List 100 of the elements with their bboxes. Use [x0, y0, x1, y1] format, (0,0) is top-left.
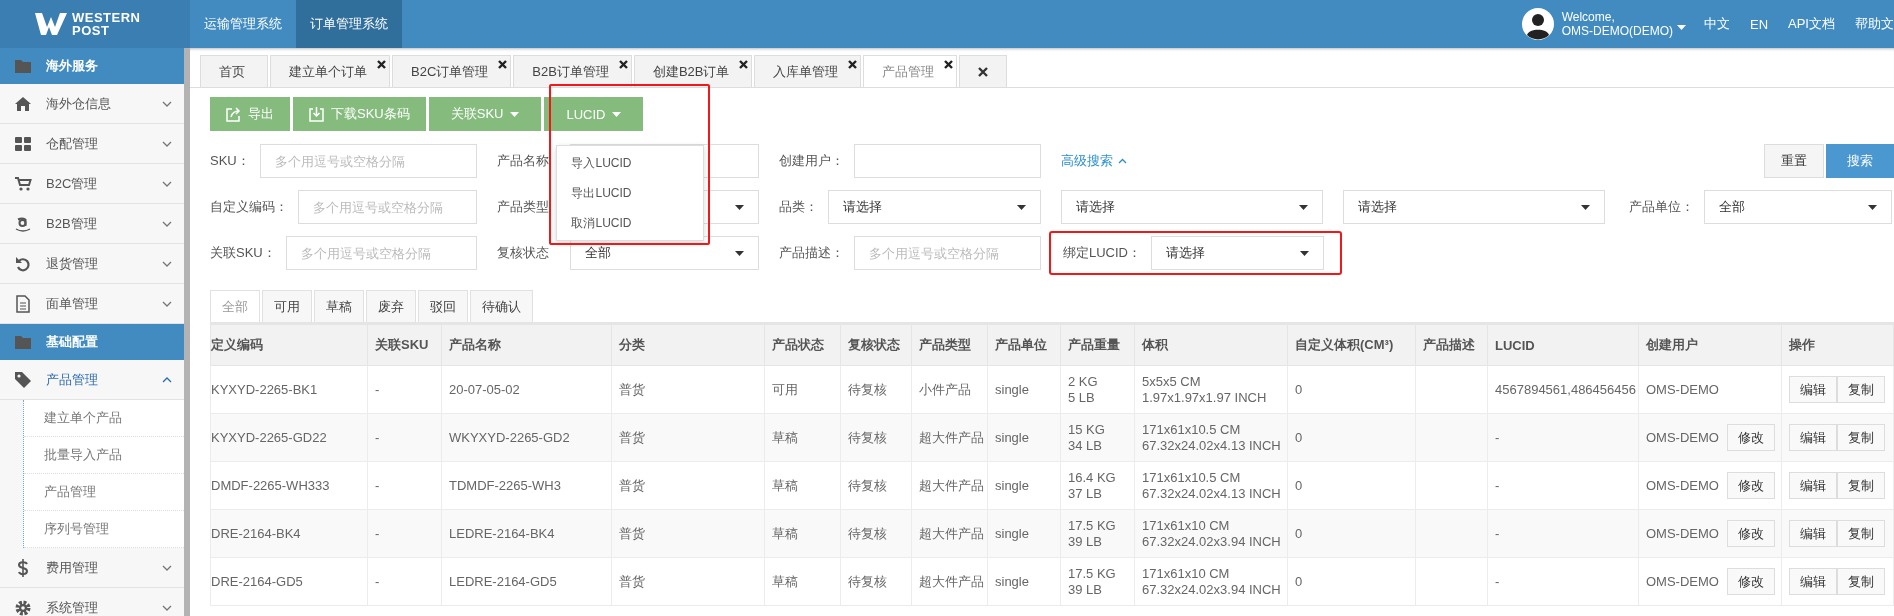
column-header: 产品名称	[441, 324, 612, 366]
table-cell: 超大件产品	[911, 461, 988, 510]
section-label: 基础配置	[46, 333, 98, 351]
menu-label: 面单管理	[46, 294, 99, 313]
menu-label: 仓配管理	[46, 134, 99, 153]
table-cell: DRE-2164-BK4	[210, 509, 368, 558]
field-label: 复核状态	[497, 244, 550, 262]
field-label: 品类：	[779, 198, 818, 216]
table-cell: 5x5x5 CM 1.97x1.97x1.97 INCH	[1134, 365, 1288, 414]
table-cell: 超大件产品	[911, 557, 988, 606]
table-cell: 20-07-05-02	[441, 365, 612, 414]
section-label: 海外服务	[46, 57, 98, 75]
table-cell: 2 KG 5 LB	[1060, 365, 1135, 414]
field-label: 自定义编码：	[210, 198, 288, 216]
table-cell: 0	[1287, 461, 1416, 510]
table-cell: 超大件产品	[911, 509, 988, 558]
field-label: 产品类型	[497, 198, 550, 216]
table-cell: 普货	[611, 509, 765, 558]
table-cell: -	[1487, 509, 1639, 558]
column-header: 产品单位	[987, 324, 1061, 366]
logo-text: WESTERN	[72, 11, 141, 24]
table-cell: 17.5 KG 39 LB	[1060, 509, 1135, 558]
column-header: 定义编码	[210, 324, 368, 366]
table-cell: DRE-2164-GD5	[210, 557, 368, 606]
table-cell: 15 KG 34 LB	[1060, 413, 1135, 462]
table-cell: OMS-DEMO	[1646, 525, 1719, 542]
table-cell: 草稿	[764, 509, 841, 558]
table-cell: 普货	[611, 461, 765, 510]
table-cell: 待复核	[840, 509, 912, 558]
table-cell: 0	[1287, 365, 1416, 414]
menu-label: 系统管理	[46, 598, 99, 616]
column-header: 产品状态	[764, 324, 841, 366]
menu-label: B2C管理	[46, 174, 99, 193]
field-label: 产品单位：	[1629, 198, 1694, 216]
table-cell: 4567894561,486456456	[1487, 365, 1639, 414]
table-cell: -	[367, 461, 442, 510]
field-label: 创建用户：	[779, 152, 844, 170]
table-cell: -	[367, 365, 442, 414]
table-cell: 171x61x10 CM 67.32x24.02x3.94 INCH	[1134, 509, 1288, 558]
table-cell: 草稿	[764, 557, 841, 606]
welcome-text: Welcome,	[1561, 10, 1616, 24]
menu-label: 产品管理	[46, 370, 99, 389]
table-cell: 待复核	[840, 413, 912, 462]
column-header: 分类	[611, 324, 765, 366]
field-label: 产品名称	[497, 152, 550, 170]
column-header: 体积	[1134, 324, 1288, 366]
column-header: 自定义体积(CM³)	[1287, 324, 1416, 366]
table-cell: -	[367, 509, 442, 558]
column-header: LUCID	[1487, 324, 1639, 366]
table-cell: -	[1487, 461, 1639, 510]
table-cell: OMS-DEMO	[1646, 477, 1719, 494]
table-cell: single	[987, 461, 1061, 510]
table-cell: single	[987, 365, 1061, 414]
table-cell: 0	[1287, 413, 1416, 462]
field-label: SKU：	[210, 152, 250, 170]
field-label: 绑定LUCID：	[1063, 244, 1141, 262]
table-cell: single	[987, 509, 1061, 558]
table-cell: 171x61x10.5 CM 67.32x24.02x4.13 INCH	[1134, 413, 1288, 462]
menu-label: B2B管理	[46, 214, 98, 233]
column-header: 产品重量	[1060, 324, 1135, 366]
table-cell: 超大件产品	[911, 413, 988, 462]
table-cell: LEDRE-2164-BK4	[441, 509, 612, 558]
field-label: 关联SKU：	[210, 244, 276, 262]
table-cell: KYXYD-2265-BK1	[210, 365, 368, 414]
table-cell: 普货	[611, 557, 765, 606]
table-cell: 171x61x10 CM 67.32x24.02x3.94 INCH	[1134, 557, 1288, 606]
table-cell: 普货	[611, 365, 765, 414]
table-cell: -	[367, 557, 442, 606]
table-cell: 17.5 KG 39 LB	[1060, 557, 1135, 606]
table-cell: 可用	[764, 365, 841, 414]
table-cell: -	[367, 413, 442, 462]
table-cell: OMS-DEMO	[1646, 381, 1719, 398]
table-cell: 待复核	[840, 557, 912, 606]
table-cell: WKYXYD-2265-GD2	[441, 413, 612, 462]
table-cell: 0	[1287, 509, 1416, 558]
table-cell: 草稿	[764, 413, 841, 462]
column-header: 关联SKU	[367, 324, 442, 366]
table-cell: 16.4 KG 37 LB	[1060, 461, 1135, 510]
table-cell: single	[987, 413, 1061, 462]
table-cell: 草稿	[764, 461, 841, 510]
table-cell: TDMDF-2265-WH3	[441, 461, 612, 510]
table-cell: 待复核	[840, 365, 912, 414]
menu-label: 退货管理	[46, 254, 99, 273]
table-cell: -	[1487, 557, 1639, 606]
table-cell: 0	[1287, 557, 1416, 606]
column-header: 创建用户	[1638, 324, 1782, 366]
table-cell: 普货	[611, 413, 765, 462]
logo-text: POST	[72, 24, 111, 37]
table-cell: 小件产品	[911, 365, 988, 414]
table-cell: OMS-DEMO	[1646, 573, 1719, 590]
field-label: 产品描述：	[779, 244, 844, 262]
table-cell: single	[987, 557, 1061, 606]
table-cell: KYXYD-2265-GD22	[210, 413, 368, 462]
table-cell: -	[1487, 413, 1639, 462]
column-header: 产品描述	[1415, 324, 1488, 366]
table-cell: LEDRE-2164-GD5	[441, 557, 612, 606]
column-header: 复核状态	[840, 324, 912, 366]
menu-label: 费用管理	[46, 558, 99, 577]
column-header: 操作	[1781, 324, 1894, 366]
table-cell: 待复核	[840, 461, 912, 510]
